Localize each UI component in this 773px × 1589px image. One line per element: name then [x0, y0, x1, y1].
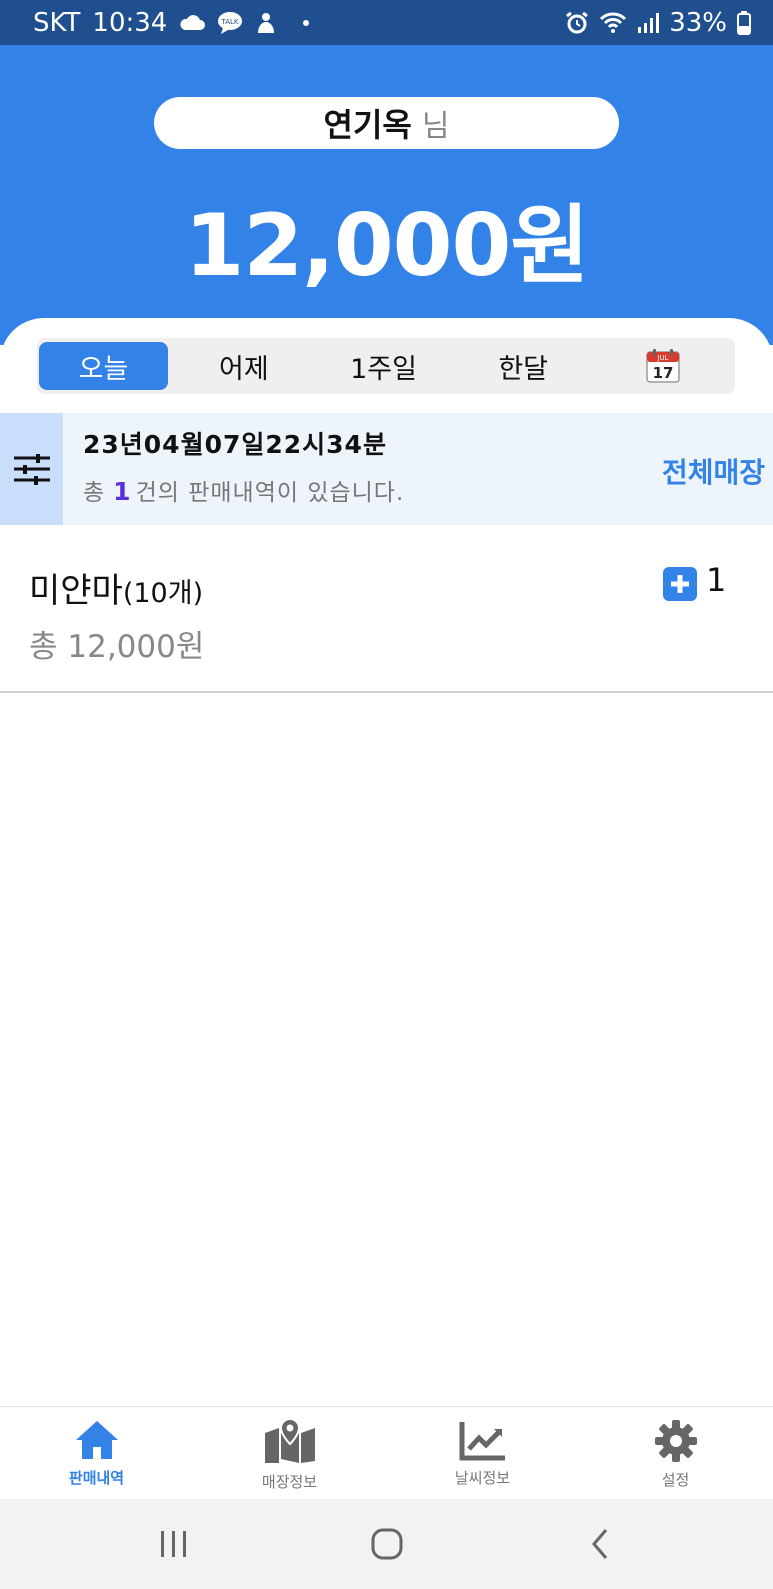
user-name-suffix: 님: [421, 109, 450, 144]
item-name: 미얀마(10개): [29, 563, 203, 612]
item-name-text: 미얀마: [29, 571, 123, 611]
sales-list-item[interactable]: 미얀마(10개) 총 12,000원 1: [0, 525, 773, 693]
chart-line-icon: [459, 1422, 505, 1461]
user-name: 연기옥: [323, 106, 412, 144]
battery-icon: [737, 10, 751, 35]
count-prefix: 총: [83, 480, 106, 506]
calendar-icon: JUL 17: [646, 349, 680, 383]
period-tabs: 오늘 어제 1주일 한달 JUL 17: [37, 338, 735, 394]
gear-icon: [654, 1420, 697, 1462]
item-count: 1: [706, 561, 727, 599]
calendar-month: JUL: [656, 354, 668, 362]
tab-today[interactable]: 오늘: [39, 342, 168, 390]
nav-label: 날씨정보: [454, 1469, 511, 1487]
kakaotalk-icon: TALK: [217, 11, 243, 35]
recent-apps-icon: [160, 1531, 186, 1557]
recent-apps-button[interactable]: [67, 1530, 280, 1558]
calendar-day: 17: [653, 364, 674, 382]
notification-icon: [255, 11, 277, 35]
carrier-label: SKT: [33, 7, 81, 38]
chevron-left-icon: [591, 1529, 607, 1559]
item-quantity: (10개): [122, 578, 204, 609]
summary-bar: 23년04월07일22시34분 총 1 건의 판매내역이 있습니다. 전체매장: [0, 413, 773, 525]
alarm-icon: [565, 11, 589, 35]
total-amount: 12,000원: [184, 196, 590, 296]
calendar-button[interactable]: JUL 17: [593, 342, 733, 390]
wifi-icon: [599, 12, 627, 34]
content-card: 오늘 어제 1주일 한달 JUL 17 23년04월07일22시34분 총 1 …: [0, 318, 773, 1408]
item-total: 총 12,000원: [29, 629, 205, 665]
user-name-pill: 연기옥 님: [154, 97, 619, 149]
back-button[interactable]: [493, 1528, 706, 1560]
tab-month[interactable]: 한달: [453, 342, 593, 390]
more-notifications-dot: [303, 19, 310, 26]
cloud-icon: [179, 14, 206, 31]
nav-label: 매장정보: [261, 1473, 318, 1491]
signal-icon: [637, 12, 660, 34]
nav-settings[interactable]: 설정: [579, 1407, 772, 1499]
bottom-navigation: 판매내역 매장정보 날씨정보 설정: [0, 1406, 773, 1499]
nav-store-info[interactable]: 매장정보: [193, 1407, 386, 1499]
expand-button[interactable]: [663, 567, 697, 601]
all-stores-button[interactable]: 전체매장: [662, 451, 765, 491]
sliders-icon: [13, 454, 50, 485]
battery-percent: 33%: [669, 7, 727, 38]
header: 연기옥 님 12,000원: [0, 45, 773, 345]
nav-label: 판매내역: [68, 1469, 125, 1487]
sales-count: 1: [113, 477, 132, 506]
home-icon: [75, 1421, 118, 1459]
count-suffix: 건의 판매내역이 있습니다.: [135, 480, 405, 506]
nav-sales-history[interactable]: 판매내역: [0, 1407, 193, 1499]
filter-button[interactable]: [0, 413, 63, 525]
nav-label: 설정: [661, 1471, 690, 1489]
tab-week[interactable]: 1주일: [314, 342, 454, 390]
tab-yesterday[interactable]: 어제: [174, 342, 314, 390]
system-navigation: [0, 1499, 773, 1589]
clock-label: 10:34: [92, 7, 168, 38]
home-button[interactable]: [280, 1528, 493, 1560]
svg-text:TALK: TALK: [221, 18, 239, 26]
map-pin-icon: [264, 1419, 315, 1463]
status-bar: SKT 10:34 TALK 33%: [0, 0, 773, 45]
home-circle-icon: [371, 1528, 402, 1560]
plus-icon: [671, 575, 689, 593]
nav-weather-info[interactable]: 날씨정보: [386, 1407, 579, 1499]
